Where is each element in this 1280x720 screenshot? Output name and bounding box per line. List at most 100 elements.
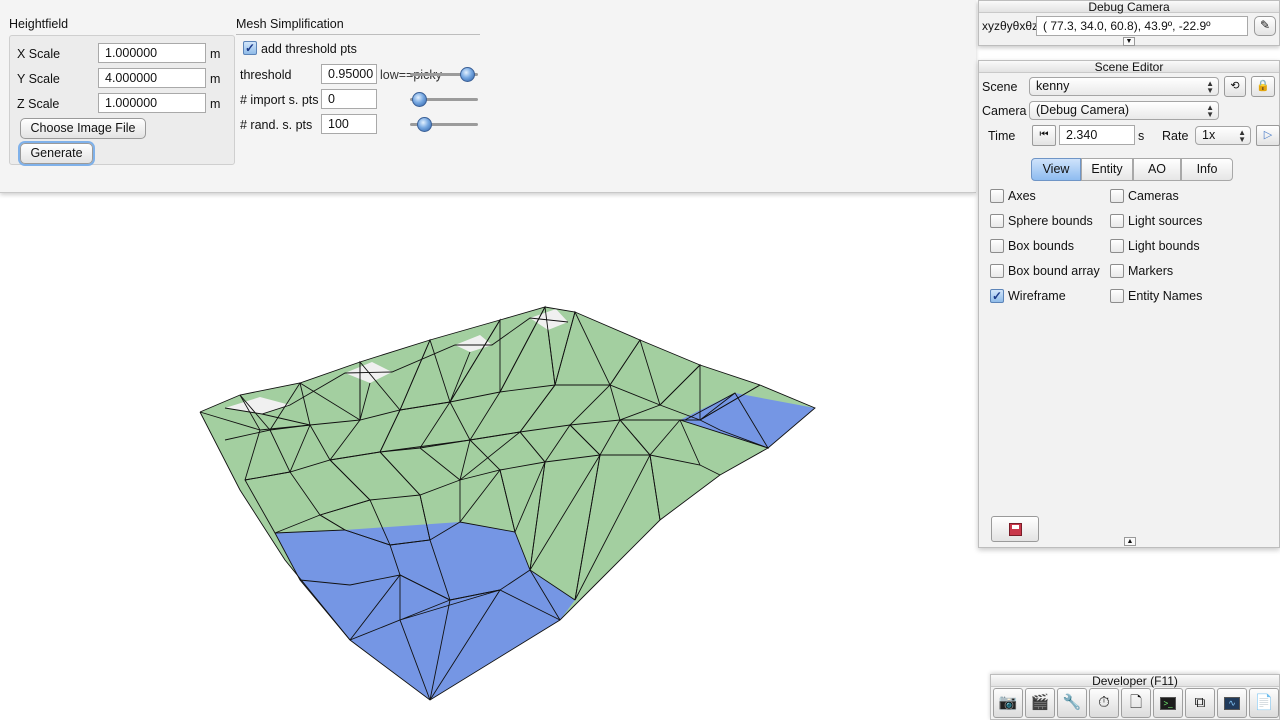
tab-view[interactable]: View: [1031, 158, 1081, 181]
entity-names-label: Entity Names: [1128, 289, 1203, 303]
pencil-icon: ✎: [1259, 18, 1271, 32]
rand-pts-slider-knob[interactable]: [417, 117, 432, 132]
chevron-down-icon: ▼: [1125, 38, 1133, 45]
z-scale-label: Z Scale: [17, 97, 60, 111]
mesh-simplification-title: Mesh Simplification: [236, 17, 344, 31]
terminal-icon: >_: [1160, 696, 1176, 710]
markers-checkbox[interactable]: [1110, 264, 1124, 278]
layout-tool-button[interactable]: ⧉: [1185, 688, 1215, 718]
lock-icon: 🔒: [1256, 80, 1270, 92]
cameras-label: Cameras: [1128, 189, 1179, 203]
developer-title[interactable]: Developer (F11): [991, 675, 1279, 687]
play-button[interactable]: ▷: [1256, 125, 1280, 146]
updown-arrows-icon: ▲ ▼: [1206, 79, 1214, 95]
time-unit-label: s: [1138, 129, 1145, 143]
x-scale-field[interactable]: 1.000000: [98, 43, 206, 63]
expand-camera-button[interactable]: ▼: [1123, 37, 1135, 46]
box-bounds-label: Box bounds: [1008, 239, 1075, 253]
threshold-field[interactable]: 0.95000: [321, 64, 377, 84]
x-scale-label: X Scale: [17, 47, 61, 61]
tab-entity[interactable]: Entity: [1081, 158, 1133, 181]
wireframe-label: Wireframe: [1008, 289, 1066, 303]
rate-select-value: 1x: [1202, 128, 1216, 142]
import-pts-label: # import s. pts: [240, 93, 319, 107]
choose-image-file-button[interactable]: Choose Image File: [20, 118, 146, 139]
heightfield-title: Heightfield: [9, 17, 69, 31]
y-unit-label: m: [210, 72, 221, 86]
markers-label: Markers: [1128, 264, 1174, 278]
axes-checkbox[interactable]: [990, 189, 1004, 203]
y-scale-label: Y Scale: [17, 72, 60, 86]
save-scene-button[interactable]: [991, 516, 1039, 542]
add-threshold-label: add threshold pts: [261, 42, 357, 56]
scene-editor-window: Scene Editor Scene kenny ▲ ▼ ⟲ 🔒 Camera (…: [978, 60, 1280, 548]
z-scale-field[interactable]: 1.000000: [98, 93, 206, 113]
new-window-tool-button[interactable]: 🗋: [1121, 688, 1151, 718]
play-icon: ▷: [1263, 129, 1273, 141]
tab-info[interactable]: Info: [1181, 158, 1233, 181]
clock-icon: ⏱: [1098, 694, 1110, 711]
scene-label: Scene: [982, 80, 1018, 94]
camera-icon: 📷: [998, 694, 1018, 711]
camera-label: Camera: [982, 104, 1027, 118]
light-sources-label: Light sources: [1128, 214, 1203, 228]
rate-select[interactable]: 1x ▲ ▼: [1195, 126, 1251, 145]
camera-coord-field[interactable]: ( 77.3, 34.0, 60.8), 43.9º, -22.9º: [1036, 16, 1248, 36]
threshold-slider-knob[interactable]: [460, 67, 475, 82]
wrench-icon: 🔧: [1062, 694, 1082, 711]
z-unit-label: m: [210, 97, 221, 111]
light-bounds-checkbox[interactable]: [1110, 239, 1124, 253]
box-bound-array-checkbox[interactable]: [990, 264, 1004, 278]
y-scale-field[interactable]: 4.000000: [98, 68, 206, 88]
light-sources-checkbox[interactable]: [1110, 214, 1124, 228]
lock-scene-button[interactable]: 🔒: [1251, 76, 1275, 97]
updown-arrows-icon: ▲ ▼: [1238, 128, 1246, 144]
scene-select[interactable]: kenny ▲ ▼: [1029, 77, 1219, 96]
rand-pts-field[interactable]: 100: [321, 114, 377, 134]
camera-tool-button[interactable]: 📷: [993, 688, 1023, 718]
tool-panel: Heightfield X Scale 1.000000 m Y Scale 4…: [0, 0, 976, 193]
developer-window: Developer (F11) 📷 🎬 🔧 ⏱ 🗋 >_ ⧉ ∿ 📄: [990, 674, 1280, 720]
profiler-tool-button[interactable]: ∿: [1217, 688, 1247, 718]
updown-arrows-icon: ▲ ▼: [1206, 103, 1214, 119]
debug-camera-title[interactable]: Debug Camera: [979, 1, 1279, 13]
tab-ao[interactable]: AO: [1133, 158, 1181, 181]
edit-camera-button[interactable]: ✎: [1254, 16, 1276, 36]
camera-select[interactable]: (Debug Camera) ▲ ▼: [1029, 101, 1219, 120]
entity-names-checkbox[interactable]: [1110, 289, 1124, 303]
axes-label: Axes: [1008, 189, 1036, 203]
box-bound-array-label: Box bound array: [1008, 264, 1100, 278]
box-bounds-checkbox[interactable]: [990, 239, 1004, 253]
time-field[interactable]: 2.340: [1059, 125, 1135, 145]
floppy-disk-icon: [1008, 523, 1022, 537]
document-icon: 📄: [1254, 694, 1274, 711]
console-tool-button[interactable]: >_: [1153, 688, 1183, 718]
sphere-bounds-checkbox[interactable]: [990, 214, 1004, 228]
import-pts-field[interactable]: 0: [321, 89, 377, 109]
wireframe-checkbox[interactable]: ✓: [990, 289, 1004, 303]
generate-button[interactable]: Generate: [20, 143, 93, 164]
debug-camera-window: Debug Camera xyzθyθxθz ( 77.3, 34.0, 60.…: [978, 0, 1280, 46]
reload-scene-button[interactable]: ⟲: [1224, 76, 1246, 97]
movie-tool-button[interactable]: 🎬: [1025, 688, 1055, 718]
document-tool-button[interactable]: 📄: [1249, 688, 1279, 718]
import-pts-slider-knob[interactable]: [412, 92, 427, 107]
rate-label: Rate: [1162, 129, 1189, 143]
add-threshold-checkbox[interactable]: ✓: [243, 41, 257, 55]
time-tool-button[interactable]: ⏱: [1089, 688, 1119, 718]
cameras-checkbox[interactable]: [1110, 189, 1124, 203]
new-window-icon: 🗋: [1129, 694, 1143, 711]
light-bounds-label: Light bounds: [1128, 239, 1200, 253]
rand-pts-label: # rand. s. pts: [240, 118, 313, 132]
scene-select-value: kenny: [1036, 79, 1070, 93]
scene-editor-title[interactable]: Scene Editor: [979, 61, 1279, 73]
collapse-scene-editor-button[interactable]: ▲: [1124, 537, 1136, 546]
mesh-title-divider: [236, 34, 480, 35]
settings-tool-button[interactable]: 🔧: [1057, 688, 1087, 718]
threshold-label: threshold: [240, 68, 292, 82]
camera-select-value: (Debug Camera): [1036, 103, 1130, 117]
profiler-icon: ∿: [1224, 696, 1240, 710]
chevron-up-icon: ▲: [1126, 538, 1134, 545]
clapperboard-icon: 🎬: [1030, 694, 1050, 711]
rewind-button[interactable]: ⏮: [1032, 125, 1056, 146]
